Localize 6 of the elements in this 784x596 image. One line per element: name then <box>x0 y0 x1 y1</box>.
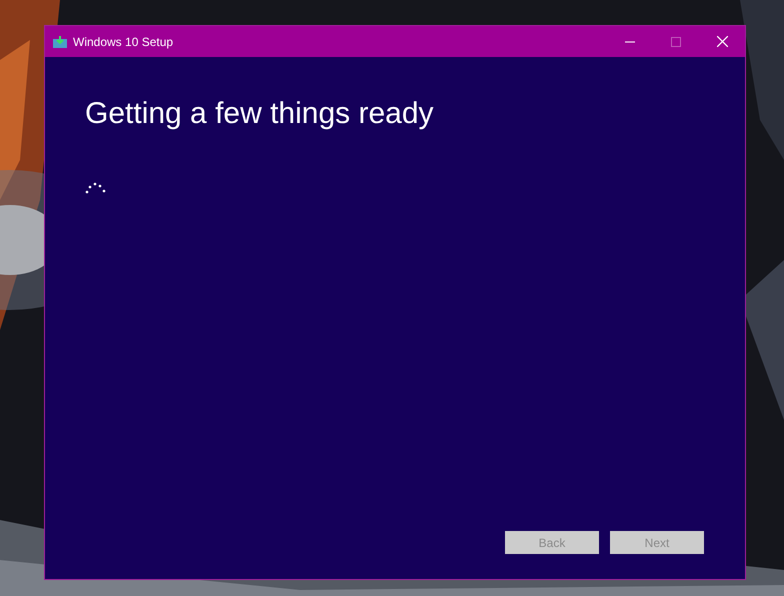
loading-spinner-icon <box>85 181 107 195</box>
window-title: Windows 10 Setup <box>73 34 174 48</box>
page-heading: Getting a few things ready <box>85 97 434 131</box>
close-icon <box>716 36 728 47</box>
maximize-icon <box>671 36 681 46</box>
installer-icon <box>53 36 67 48</box>
